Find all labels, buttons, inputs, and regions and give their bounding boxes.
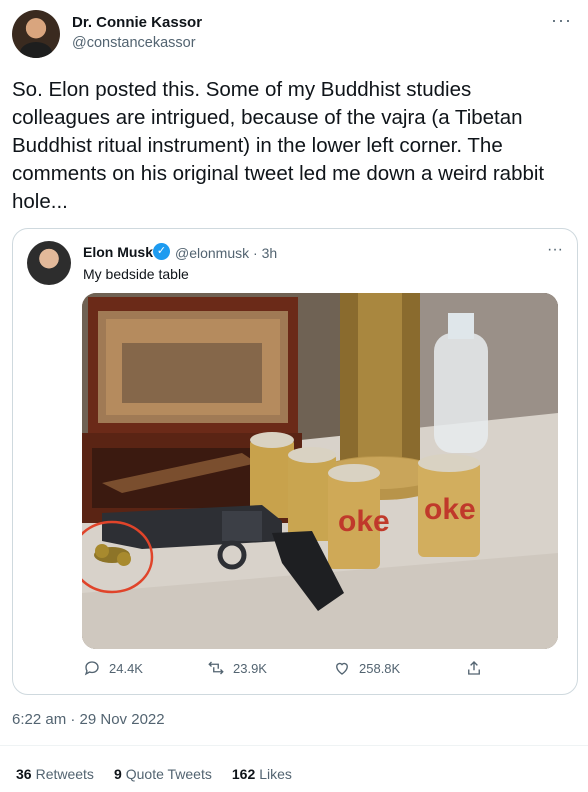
quoted-more-options-icon[interactable]: ··· xyxy=(547,241,563,259)
author-avatar[interactable] xyxy=(12,10,60,58)
like-count: 258.8K xyxy=(359,660,401,676)
quoted-action-bar: 24.4K 23.9K 258.8K xyxy=(13,659,577,683)
engagement-stats: 36 Retweets 9 Quote Tweets 162 Likes xyxy=(16,766,292,782)
divider xyxy=(0,745,588,746)
retweets-count: 36 xyxy=(16,766,32,782)
reply-action[interactable]: 24.4K xyxy=(83,659,143,677)
quoted-author-name[interactable]: Elon Musk xyxy=(83,244,153,260)
quoted-photo[interactable]: oke oke xyxy=(82,293,558,649)
author-name[interactable]: Dr. Connie Kassor xyxy=(72,14,202,31)
retweets-stat[interactable]: 36 Retweets xyxy=(16,766,94,782)
retweet-action[interactable]: 23.9K xyxy=(207,659,267,677)
quoted-text: My bedside table xyxy=(83,266,189,282)
quoted-tweet-card[interactable]: Elon Musk ✓ @elonmusk · 3h ··· My bedsid… xyxy=(12,228,578,695)
retweet-icon xyxy=(208,661,224,675)
svg-text:oke: oke xyxy=(424,493,476,526)
heart-icon xyxy=(336,662,348,675)
more-options-icon[interactable]: ··· xyxy=(551,10,572,31)
verified-badge-icon: ✓ xyxy=(153,243,170,260)
share-icon xyxy=(468,661,480,675)
share-action[interactable] xyxy=(465,659,483,677)
svg-text:oke: oke xyxy=(338,505,390,538)
reply-icon xyxy=(84,661,99,676)
tweet-timestamp[interactable]: 6:22 am · 29 Nov 2022 xyxy=(12,711,165,728)
like-action[interactable]: 258.8K xyxy=(333,659,400,677)
author-handle[interactable]: @constancekassor xyxy=(72,35,196,51)
retweets-label: Retweets xyxy=(35,766,94,782)
likes-label: Likes xyxy=(259,766,292,782)
likes-stat[interactable]: 162 Likes xyxy=(232,766,292,782)
quoted-handle-time[interactable]: @elonmusk · 3h xyxy=(175,245,277,261)
quotes-label: Quote Tweets xyxy=(125,766,212,782)
likes-count: 162 xyxy=(231,766,256,782)
bedside-table-photo: oke oke xyxy=(82,293,558,649)
quoted-avatar[interactable] xyxy=(27,241,71,285)
tweet-text: So. Elon posted this. Some of my Buddhis… xyxy=(12,78,545,213)
quote-tweets-stat[interactable]: 9 Quote Tweets xyxy=(114,766,212,782)
reply-count: 24.4K xyxy=(109,660,143,676)
retweet-count: 23.9K xyxy=(233,660,267,676)
quotes-count: 9 xyxy=(113,766,122,782)
